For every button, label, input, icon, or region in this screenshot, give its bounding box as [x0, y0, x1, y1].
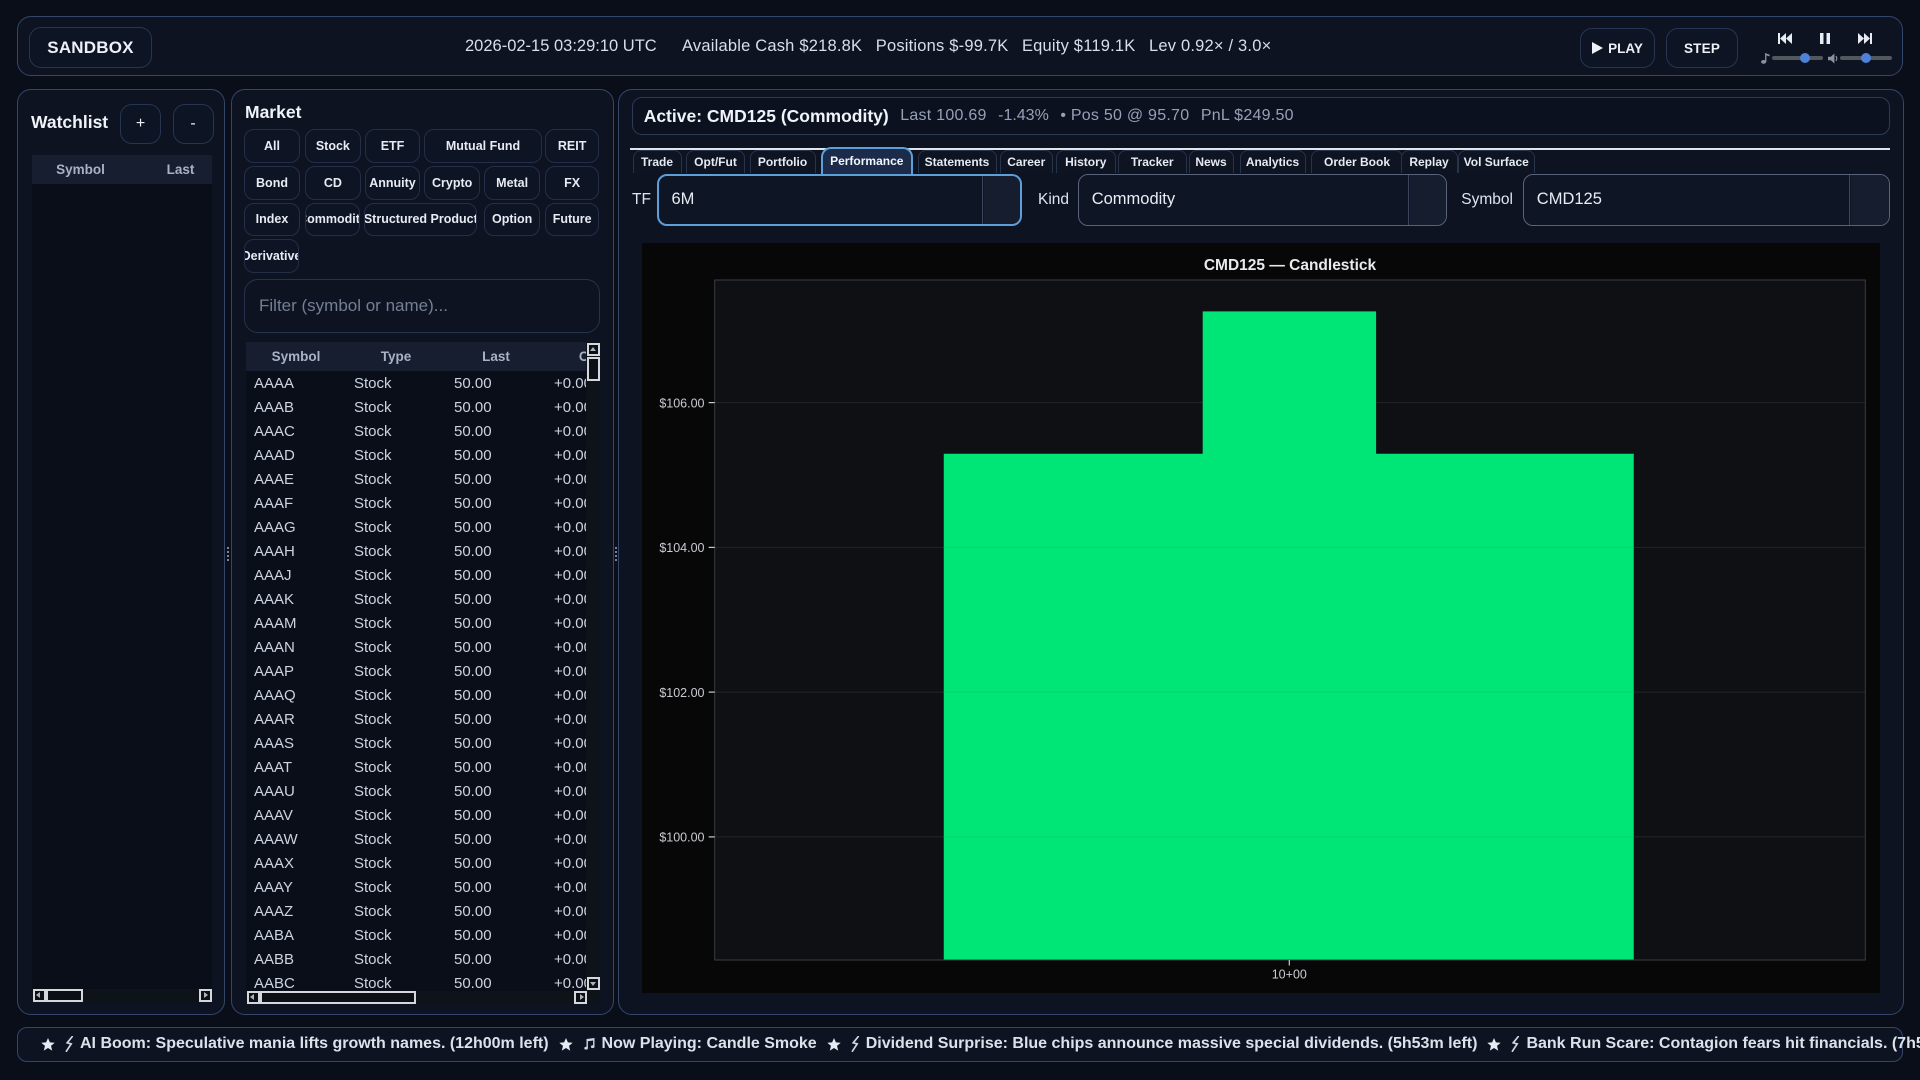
svg-text:$106.00: $106.00	[659, 396, 704, 410]
svg-text:CMD125 — Candlestick: CMD125 — Candlestick	[1204, 257, 1377, 274]
svg-text:$102.00: $102.00	[659, 686, 704, 700]
svg-text:$104.00: $104.00	[659, 541, 704, 555]
svg-text:10+00: 10+00	[1272, 967, 1307, 981]
svg-text:$100.00: $100.00	[659, 831, 704, 845]
